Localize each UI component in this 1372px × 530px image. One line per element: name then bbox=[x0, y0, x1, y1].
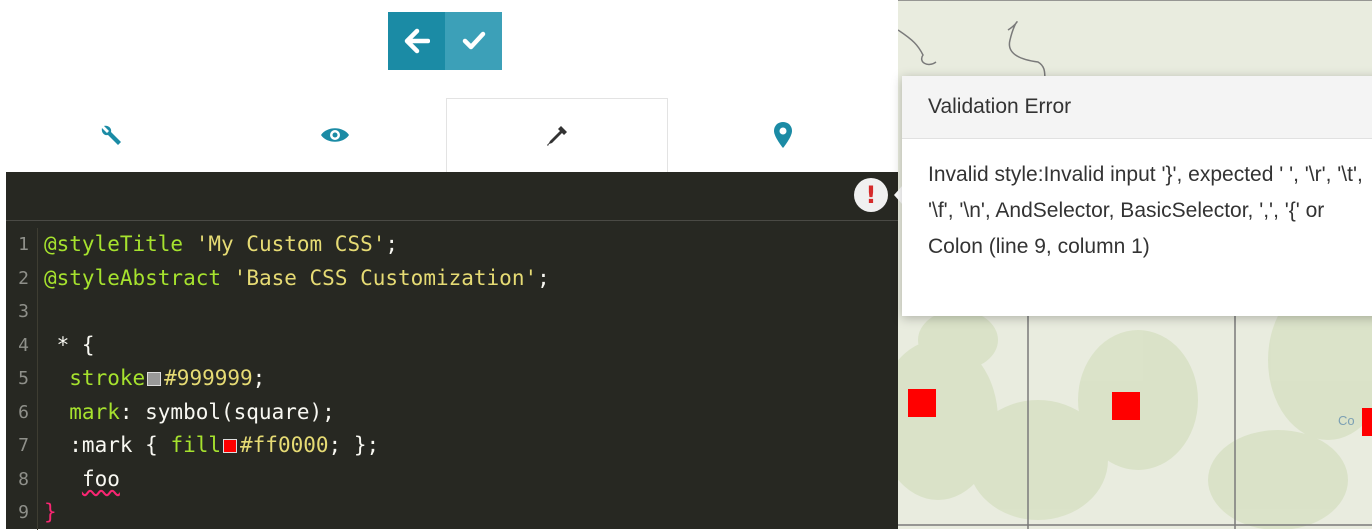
line-number: 2 bbox=[6, 261, 38, 295]
map-marker-square[interactable] bbox=[908, 389, 936, 417]
validation-error-popup: Validation Error Invalid style:Invalid i… bbox=[902, 76, 1372, 316]
code-line[interactable]: 9} bbox=[6, 496, 898, 530]
tab-preview[interactable] bbox=[224, 98, 446, 172]
line-number: 6 bbox=[6, 395, 38, 429]
line-text[interactable]: @styleTitle 'My Custom CSS'; bbox=[38, 228, 398, 262]
style-tabs bbox=[0, 98, 898, 172]
line-number: 4 bbox=[6, 328, 38, 362]
check-icon bbox=[462, 31, 485, 50]
code-token: stroke bbox=[44, 366, 146, 390]
css-editor[interactable]: ! 1 @styleTitle 'My Custom CSS'; 2 @styleAb… bbox=[6, 172, 898, 530]
code-token: mark bbox=[44, 399, 120, 424]
line-number: 8 bbox=[6, 462, 38, 496]
code-line[interactable]: 7 :mark { fill #ff0000; }; bbox=[6, 429, 898, 463]
code-token: @styleTitle bbox=[44, 232, 184, 256]
code-line[interactable]: 5 stroke #999999; bbox=[6, 362, 898, 396]
code-token: ; bbox=[385, 232, 399, 256]
line-number: 5 bbox=[6, 362, 38, 396]
code-token: } bbox=[44, 500, 57, 524]
line-text[interactable]: @styleAbstract 'Base CSS Customization'; bbox=[38, 262, 550, 296]
line-text[interactable]: foo bbox=[38, 463, 120, 497]
line-text[interactable]: * { bbox=[38, 329, 95, 363]
code-token: * { bbox=[44, 332, 95, 357]
back-button[interactable] bbox=[388, 12, 445, 70]
tab-style-editor[interactable] bbox=[446, 98, 668, 172]
editor-toolbar: ! bbox=[6, 172, 898, 221]
code-line[interactable]: 6 mark: symbol(square); bbox=[6, 395, 898, 430]
confirm-button[interactable] bbox=[445, 12, 502, 70]
line-text[interactable]: :mark { fill #ff0000; }; bbox=[38, 429, 379, 463]
popup-title: Validation Error bbox=[902, 76, 1372, 139]
map-place-label: Co bbox=[1338, 413, 1355, 428]
line-text[interactable]: } bbox=[38, 496, 57, 530]
line-number: 1 bbox=[6, 228, 38, 262]
code-token: fill bbox=[170, 433, 222, 457]
code-token: ; bbox=[252, 366, 266, 390]
code-token: 'Base CSS Customization' bbox=[233, 265, 538, 290]
code-token: @styleAbstract bbox=[44, 265, 222, 290]
line-number: 3 bbox=[6, 295, 38, 329]
code-line[interactable]: 2 @styleAbstract 'Base CSS Customization'… bbox=[6, 261, 898, 296]
tab-location[interactable] bbox=[668, 98, 898, 172]
code-token: ; }; bbox=[328, 433, 380, 457]
error-indicator-glyph: ! bbox=[865, 181, 877, 209]
line-number: 9 bbox=[6, 496, 38, 530]
line-text[interactable]: mark: symbol(square); bbox=[38, 396, 335, 430]
edit-actions bbox=[388, 12, 502, 70]
eyedropper-icon bbox=[547, 125, 567, 146]
color-swatch[interactable] bbox=[147, 372, 162, 386]
code-token: :mark { bbox=[44, 433, 171, 457]
line-text[interactable] bbox=[38, 295, 44, 329]
arrow-left-icon bbox=[404, 28, 430, 54]
eye-icon bbox=[321, 128, 349, 142]
code-line[interactable]: 1 @styleTitle 'My Custom CSS'; bbox=[6, 228, 898, 262]
code-token: #999999 bbox=[164, 366, 253, 390]
code-token: ; bbox=[537, 265, 550, 290]
map-marker-icon bbox=[774, 122, 792, 148]
code-token: 'My Custom CSS' bbox=[195, 232, 386, 256]
code-token: #ff0000 bbox=[240, 433, 329, 457]
color-swatch[interactable] bbox=[223, 439, 238, 453]
code-line[interactable]: 4 * { bbox=[6, 328, 898, 363]
code-token: : symbol(square); bbox=[119, 399, 335, 424]
popup-message: Invalid style:Invalid input '}', expecte… bbox=[928, 163, 1363, 258]
error-indicator-icon[interactable]: ! bbox=[854, 178, 888, 212]
map-marker-square[interactable] bbox=[1362, 408, 1372, 436]
tab-settings[interactable] bbox=[0, 98, 224, 172]
line-text[interactable]: stroke #999999; bbox=[38, 362, 265, 396]
code-token: foo bbox=[81, 466, 120, 491]
code-lines[interactable]: 1 @styleTitle 'My Custom CSS'; 2 @styleAbst… bbox=[6, 228, 898, 530]
code-line[interactable]: 3 bbox=[6, 295, 898, 329]
code-line[interactable]: 8 foo bbox=[6, 462, 898, 497]
line-number: 7 bbox=[6, 429, 38, 463]
wrench-icon bbox=[101, 125, 121, 145]
map-marker-square[interactable] bbox=[1112, 392, 1140, 420]
